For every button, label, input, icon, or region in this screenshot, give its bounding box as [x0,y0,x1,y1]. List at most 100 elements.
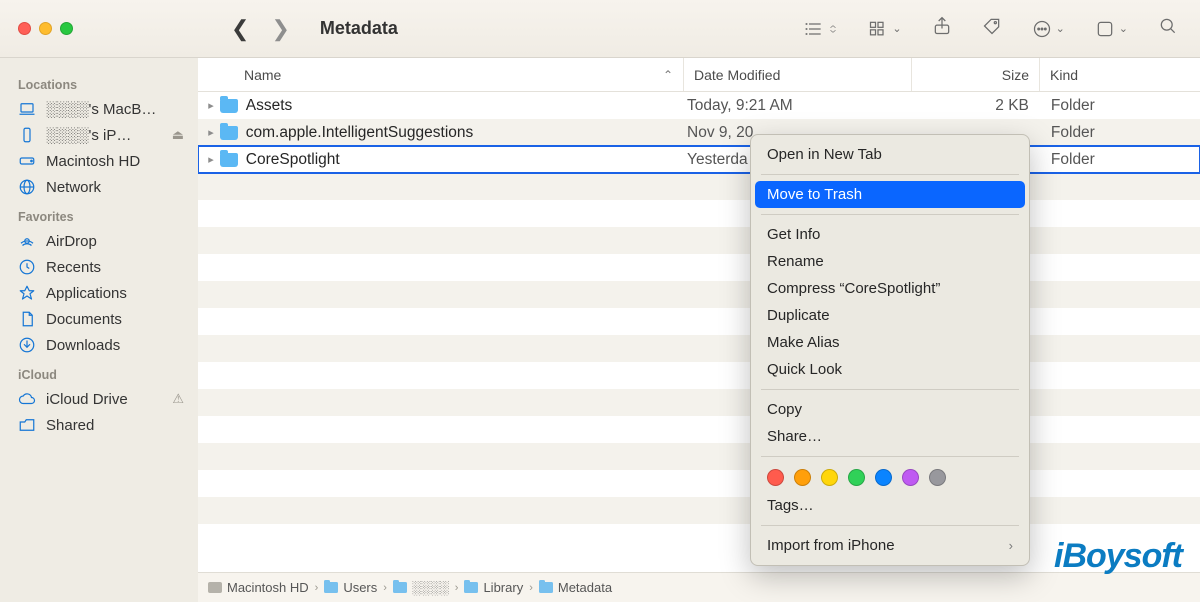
column-label: Size [1002,67,1029,83]
file-list-pane: Name ⌃ Date Modified Size Kind ▸ Assets T… [198,58,1200,602]
context-menu-item[interactable]: Compress “CoreSpotlight” [751,275,1029,302]
tag-color-dot[interactable] [794,469,811,486]
context-menu-item[interactable]: Duplicate [751,302,1029,329]
disk-icon [208,582,222,593]
path-crumb[interactable]: Users [324,580,377,595]
menu-item-label: Compress “CoreSpotlight” [767,280,940,297]
sidebar-item-documents[interactable]: Documents [0,306,198,332]
sidebar-item-recents[interactable]: Recents [0,254,198,280]
column-headers: Name ⌃ Date Modified Size Kind [198,58,1200,92]
eject-icon[interactable]: ⏏ [172,127,184,143]
view-list-button[interactable] [804,19,838,39]
path-crumb-label: Library [483,580,523,595]
zoom-window-button[interactable] [60,22,73,35]
path-crumb[interactable]: Macintosh HD [208,580,309,595]
path-crumb[interactable]: Library [464,580,523,595]
clock-icon [18,258,36,276]
airdrop-icon [18,232,36,250]
menu-item-label: Tags… [767,497,814,514]
tag-color-dot[interactable] [848,469,865,486]
menu-item-label: Copy [767,401,802,418]
context-menu-item[interactable]: Move to Trash [755,181,1025,208]
context-menu-item[interactable]: Quick Look [751,356,1029,383]
laptop-icon [18,100,36,118]
column-label: Date Modified [694,67,780,83]
file-size: 2 KB [914,97,1041,115]
column-date-modified[interactable]: Date Modified [684,58,912,91]
menu-item-label: Duplicate [767,307,830,324]
sidebar-section-header: Favorites [0,200,198,228]
column-label: Name [244,67,281,83]
tag-color-dot[interactable] [821,469,838,486]
sidebar-item-label: Network [46,179,101,196]
sidebar-item-airdrop[interactable]: AirDrop [0,228,198,254]
group-by-button[interactable]: ⌄ [868,19,901,39]
path-crumb-label: Metadata [558,580,612,595]
menu-item-label: Get Info [767,226,820,243]
back-button[interactable]: ❮ [231,16,249,42]
share-button[interactable] [932,16,952,41]
title-bar: ❮ ❯ Metadata ⌄ ⌄ ⌄ [0,0,1200,58]
context-menu-item[interactable]: Open in New Tab [751,141,1029,168]
disclosure-triangle-icon[interactable]: ▸ [198,99,218,112]
tag-color-dot[interactable] [767,469,784,486]
file-name: Assets [240,97,687,115]
unknown-toolbar-item[interactable]: ⌄ [1095,19,1128,39]
context-menu-item[interactable]: Tags… [751,492,1029,519]
sidebar-section-header: Locations [0,68,198,96]
file-date-modified: Today, 9:21 AM [687,97,914,115]
menu-item-label: Make Alias [767,334,840,351]
tag-color-dot[interactable] [902,469,919,486]
column-kind[interactable]: Kind [1040,58,1200,91]
more-actions-button[interactable]: ⌄ [1032,19,1065,39]
sidebar-item-macintosh-hd[interactable]: Macintosh HD [0,148,198,174]
column-name[interactable]: Name ⌃ [198,58,684,91]
context-menu-item[interactable]: Get Info [751,221,1029,248]
folder-icon [539,582,553,593]
context-menu-item[interactable]: Copy [751,396,1029,423]
sort-ascending-icon: ⌃ [663,68,673,82]
file-row[interactable]: ▸ com.apple.IntelligentSuggestions Nov 9… [198,119,1200,146]
file-kind: Folder [1041,97,1200,115]
tags-button[interactable] [982,16,1002,41]
context-menu-item[interactable]: Share… [751,423,1029,450]
sidebar-item-label: AirDrop [46,233,97,250]
sidebar-item-iphone[interactable]: ░░░░'s iP…⏏ [0,122,198,148]
search-button[interactable] [1158,16,1178,41]
document-icon [18,310,36,328]
menu-item-label: Quick Look [767,361,842,378]
path-crumb[interactable]: Metadata [539,580,612,595]
sidebar-item-applications[interactable]: Applications [0,280,198,306]
disclosure-triangle-icon[interactable]: ▸ [198,126,218,139]
column-size[interactable]: Size [912,58,1040,91]
sidebar-item-label: Documents [46,311,122,328]
path-separator-icon: › [315,582,319,594]
disclosure-triangle-icon[interactable]: ▸ [198,153,218,166]
context-menu-item[interactable]: Rename [751,248,1029,275]
context-menu-item[interactable]: Make Alias [751,329,1029,356]
forward-button[interactable]: ❯ [271,16,289,42]
path-bar[interactable]: Macintosh HD›Users›░░░░›Library›Metadata [198,572,1200,602]
path-crumb[interactable]: ░░░░ [393,580,449,595]
tag-color-dot[interactable] [929,469,946,486]
path-crumb-label: ░░░░ [412,580,449,595]
sidebar-item-label: iCloud Drive [46,391,128,408]
folder-icon [218,153,240,167]
sidebar-item-macbook[interactable]: ░░░░'s MacB… [0,96,198,122]
sidebar-item-shared[interactable]: Shared [0,412,198,438]
sidebar-item-icloud-drive[interactable]: iCloud Drive⚠︎ [0,386,198,412]
file-row[interactable]: ▸ Assets Today, 9:21 AM 2 KB Folder [198,92,1200,119]
folder-icon [324,582,338,593]
sidebar-item-network[interactable]: Network [0,174,198,200]
minimize-window-button[interactable] [39,22,52,35]
file-row[interactable]: ▸ CoreSpotlight Yesterda Folder [198,146,1200,173]
folder-icon [464,582,478,593]
sidebar-item-downloads[interactable]: Downloads [0,332,198,358]
path-separator-icon: › [529,582,533,594]
context-menu-item[interactable]: Import from iPhone› [751,532,1029,559]
menu-item-label: Share… [767,428,822,445]
sidebar-item-label: Applications [46,285,127,302]
close-window-button[interactable] [18,22,31,35]
globe-icon [18,178,36,196]
tag-color-dot[interactable] [875,469,892,486]
